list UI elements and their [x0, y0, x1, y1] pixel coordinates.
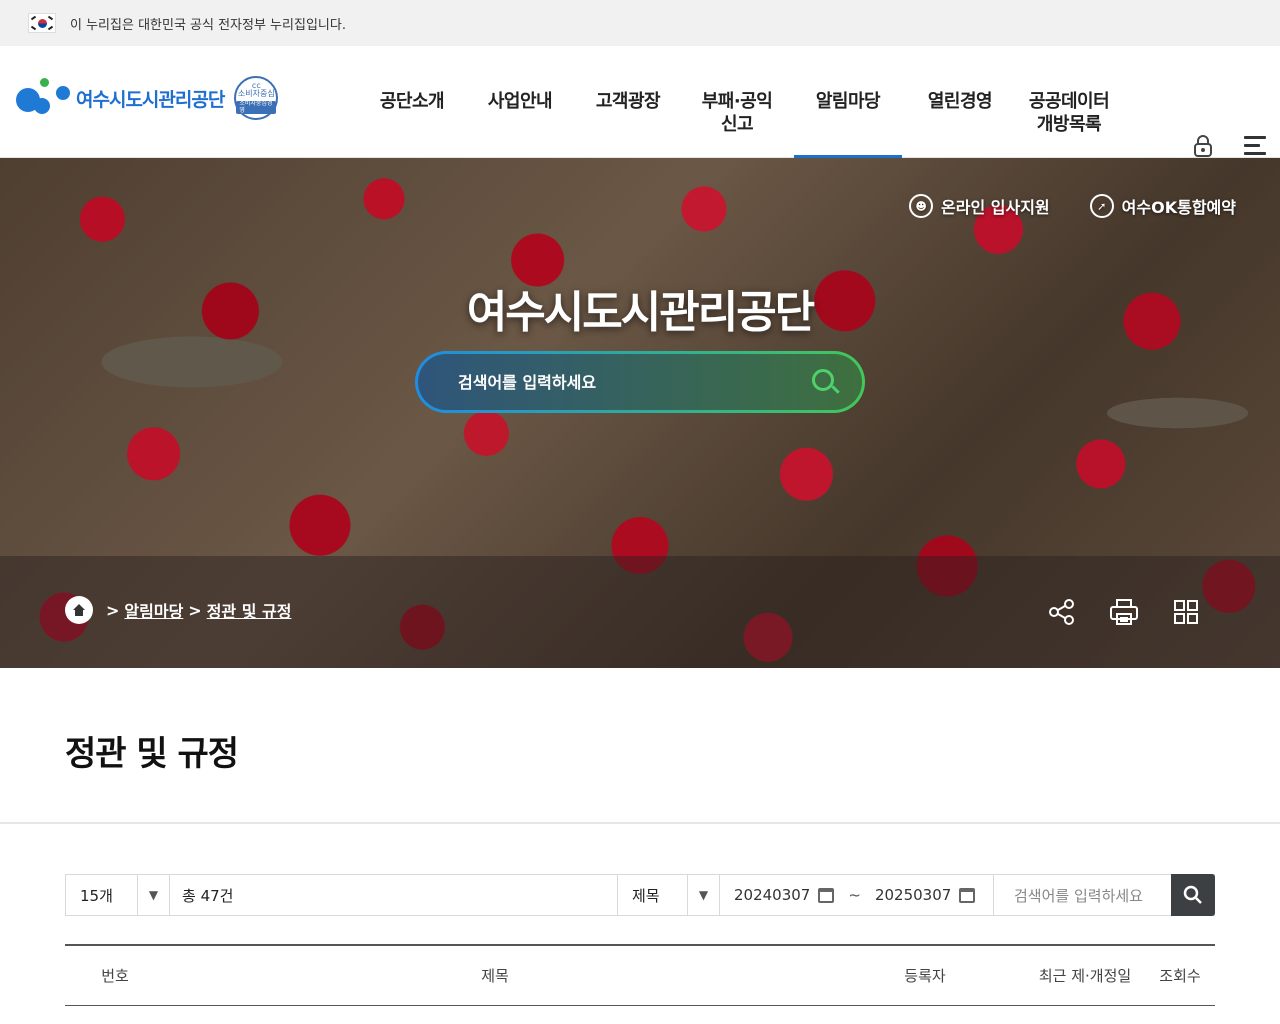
main-nav: 공단소개 사업안내 고객광장 부패·공익 신고 알림마당 열린경영 공공데이터 …	[358, 46, 1124, 159]
date-from-input[interactable]: 20240307	[734, 886, 810, 904]
site-header: 여수시도시관리공단 cc 소비자중심 소비자중심경영 공단소개 사업안내 고객광…	[0, 46, 1280, 159]
nav-label: 사업안내	[487, 91, 553, 112]
nav-label: 알림마당	[815, 91, 881, 112]
keyword-input[interactable]: 검색어를 입력하세요	[994, 875, 1171, 915]
cc-badge-sub: 소비자중심경영	[236, 100, 277, 115]
nav-label: 고객광장	[595, 91, 661, 112]
location-bar: > 알림마당 > 정관 및 규정	[0, 556, 1280, 668]
nav-item-about[interactable]: 공단소개	[358, 46, 466, 158]
search-field-select[interactable]: 제목 ▼	[618, 875, 720, 915]
column-header-number: 번호	[101, 967, 129, 985]
nav-label: 공공데이터 개방목록	[1028, 91, 1110, 135]
chevron-down-icon: ▼	[687, 875, 719, 915]
column-header-date: 최근 제·개정일	[1038, 967, 1132, 985]
cc-badge-main: 소비자중심	[237, 89, 275, 99]
quick-links: ☻ 온라인 입사지원 ➚ 여수OK통합예약	[909, 194, 1236, 218]
nav-item-report[interactable]: 부패·공익 신고	[682, 46, 792, 158]
nav-item-open-management[interactable]: 열린경영	[906, 46, 1014, 158]
cc-badge: cc 소비자중심 소비자중심경영	[234, 76, 279, 120]
home-icon[interactable]	[65, 596, 93, 624]
nav-label: 부패·공익 신고	[701, 91, 773, 135]
sitemap-menu-icon[interactable]	[1244, 136, 1266, 155]
logo-mark-icon	[16, 76, 74, 120]
quick-link-reservation[interactable]: ➚ 여수OK통합예약	[1089, 194, 1236, 218]
page-title: 정관 및 규정	[65, 734, 239, 774]
breadcrumb-item-current[interactable]: 정관 및 규정	[207, 598, 292, 622]
page-size-select[interactable]: 15개 ▼	[66, 875, 170, 915]
quick-link-label: 여수OK통합예약	[1121, 198, 1236, 217]
board-table-header: 번호 제목 등록자 최근 제·개정일 조회수	[65, 944, 1215, 1006]
search-icon	[1183, 885, 1202, 904]
gov-banner: 이 누리집은 대한민국 공식 전자정부 누리집입니다.	[0, 0, 1280, 46]
search-icon[interactable]	[810, 367, 840, 397]
total-count: 총 47건	[170, 875, 618, 915]
nav-label: 열린경영	[927, 91, 993, 112]
column-header-title: 제목	[481, 967, 509, 985]
nav-item-customer[interactable]: 고객광장	[574, 46, 682, 158]
print-icon[interactable]	[1108, 596, 1140, 628]
search-field-value: 제목	[632, 886, 660, 905]
gov-banner-text: 이 누리집은 대한민국 공식 전자정부 누리집입니다.	[70, 17, 346, 33]
nav-item-business[interactable]: 사업안내	[466, 46, 574, 158]
korea-flag-icon	[28, 13, 56, 33]
board-search-bar: 15개 ▼ 총 47건 제목 ▼ 20240307 ~ 20250307 검색어…	[65, 874, 1215, 916]
hero-banner: ☻ 온라인 입사지원 ➚ 여수OK통합예약 여수시도시관리공단 > 알림마당 >…	[0, 158, 1280, 668]
divider	[0, 822, 1280, 824]
hero-search-box	[415, 351, 865, 413]
date-to-input[interactable]: 20250307	[875, 886, 951, 904]
page-size-value: 15개	[80, 886, 113, 905]
calendar-icon[interactable]	[959, 887, 976, 903]
column-header-views: 조회수	[1159, 967, 1201, 985]
column-header-author: 등록자	[904, 967, 946, 985]
hero-title: 여수시도시관리공단	[466, 287, 815, 338]
date-range-tilde: ~	[848, 886, 861, 904]
chevron-down-icon: ▼	[137, 875, 169, 915]
nav-item-notice[interactable]: 알림마당	[794, 46, 902, 159]
login-lock-icon[interactable]	[1192, 134, 1214, 158]
person-icon: ☻	[909, 194, 934, 218]
search-button[interactable]	[1171, 874, 1215, 916]
page-tools	[1046, 596, 1202, 628]
nav-label: 공단소개	[379, 91, 445, 112]
arrow-icon: ➚	[1089, 194, 1114, 218]
breadcrumb-separator: >	[188, 600, 202, 620]
breadcrumb-separator: >	[106, 600, 120, 620]
date-range: 20240307 ~ 20250307	[720, 875, 994, 915]
calendar-icon[interactable]	[818, 887, 835, 903]
nav-item-public-data[interactable]: 공공데이터 개방목록	[1014, 46, 1124, 158]
quick-link-recruit[interactable]: ☻ 온라인 입사지원	[909, 194, 1050, 218]
quick-link-label: 온라인 입사지원	[941, 198, 1050, 217]
breadcrumb-item-notice[interactable]: 알림마당	[124, 598, 183, 622]
site-logo[interactable]: 여수시도시관리공단 cc 소비자중심 소비자중심경영	[16, 76, 279, 120]
share-icon[interactable]	[1046, 596, 1078, 628]
sitemap-grid-icon[interactable]	[1170, 596, 1202, 628]
hero-search-input[interactable]	[458, 372, 810, 392]
breadcrumb: > 알림마당 > 정관 및 규정	[65, 596, 291, 624]
logo-text: 여수시도시관리공단	[76, 88, 225, 111]
